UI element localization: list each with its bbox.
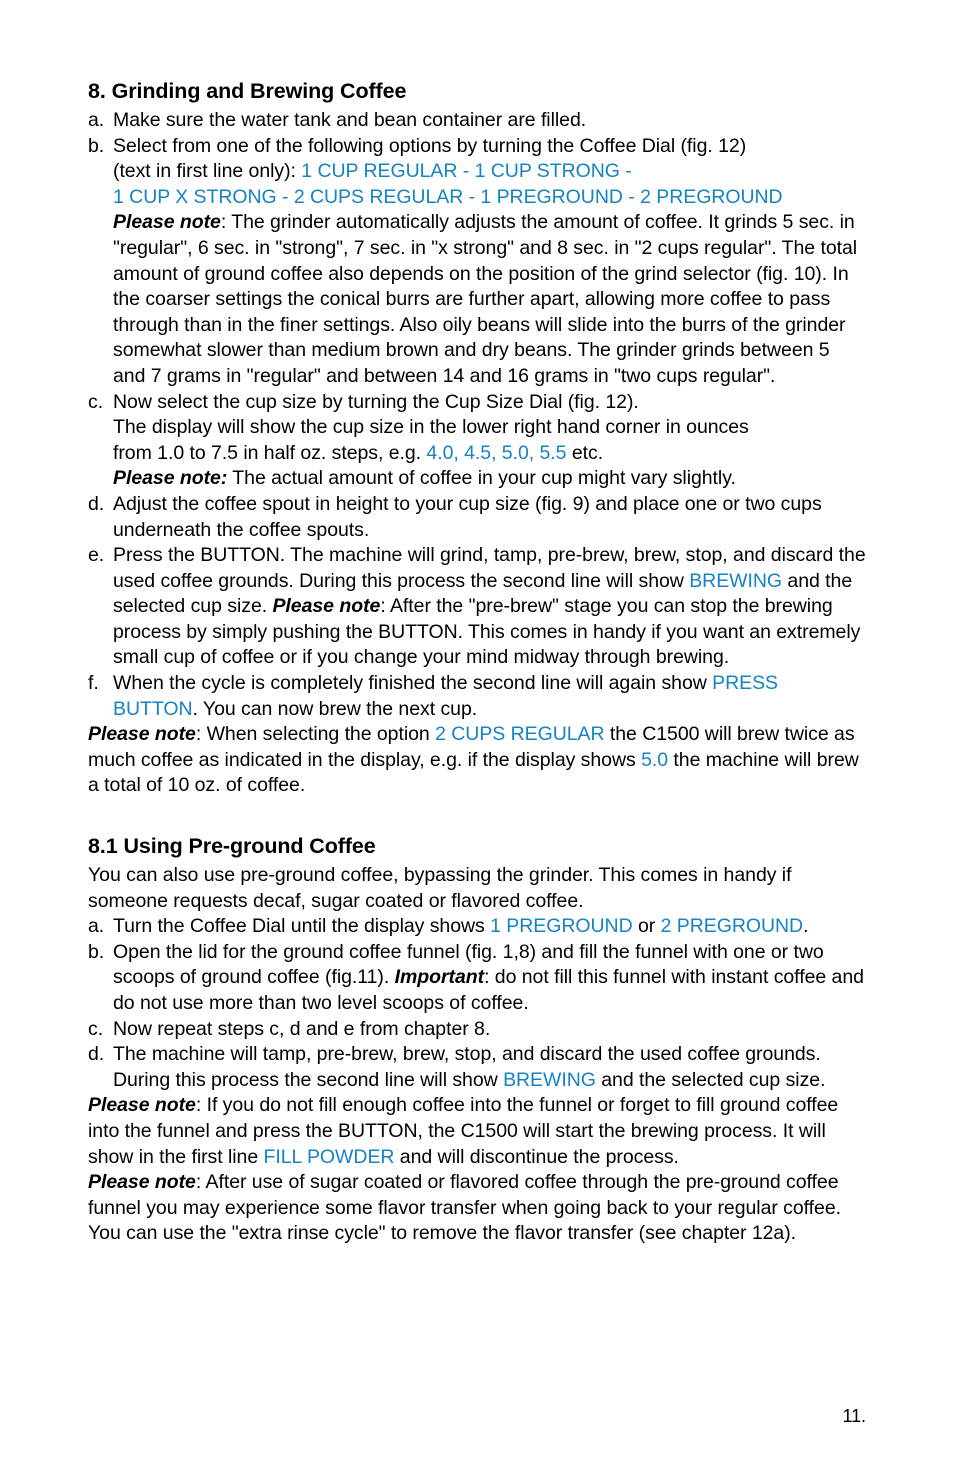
display-2-preground: 2 PREGROUND — [660, 915, 804, 938]
list-item-text: Select from one of the following options… — [113, 134, 866, 390]
section-8-heading: 8. Grinding and Brewing Coffee — [88, 79, 407, 103]
please-note-label: Please note — [88, 1171, 196, 1194]
list-marker-a: a. — [88, 109, 105, 131]
item-f-text-1: When the cycle is completely finished th… — [113, 672, 713, 695]
list-item: b. Select from one of the following opti… — [88, 134, 866, 390]
list-item-text: Now select the cup size by turning the C… — [113, 390, 866, 492]
list-item-text: Turn the Coffee Dial until the display s… — [113, 914, 866, 940]
list-marker-a: a. — [88, 915, 105, 938]
please-note-label: Please note — [113, 211, 221, 234]
list-item-text: Adjust the coffee spout in height to you… — [113, 492, 822, 541]
list-item-text: Make sure the water tank and bean contai… — [113, 109, 587, 131]
note-2-part1: : After use of sugar coated or flavored … — [88, 1171, 842, 1245]
item-f-text-2: . You can now brew the next cup. — [192, 697, 478, 720]
item-b-line1: Select from one of the following options… — [113, 134, 747, 157]
item-d-text-2: and the selected cup size. — [595, 1068, 826, 1091]
list-item: e. Press the BUTTON. The machine will gr… — [88, 543, 866, 671]
list-marker-e: e. — [88, 544, 105, 567]
list-marker-d: d. — [88, 1043, 105, 1066]
item-c-line1: Now select the cup size by turning the C… — [113, 390, 639, 413]
item-a-text-2: or — [632, 915, 661, 938]
list-item: c. Now select the cup size by turning th… — [88, 390, 866, 492]
list-item-text: Open the lid for the ground coffee funne… — [113, 940, 866, 1017]
important-label: Important — [394, 966, 485, 989]
list-marker-c: c. — [88, 390, 104, 413]
item-c-line3-prefix: from 1.0 to 7.5 in half oz. steps, e.g. — [113, 441, 427, 464]
display-5-0: 5.0 — [641, 748, 669, 771]
list-item: f. When the cycle is completely finished… — [88, 671, 866, 722]
list-item: c. Now repeat steps c, d and e from chap… — [88, 1017, 866, 1043]
list-item: a. Turn the Coffee Dial until the displa… — [88, 914, 866, 940]
please-note-text: : The grinder automatically adjusts the … — [113, 211, 858, 387]
item-c-line2: The display will show the cup size in th… — [113, 416, 749, 439]
list-item: a. Make sure the water tank and bean con… — [88, 108, 866, 134]
please-note-text: The actual amount of coffee in your cup … — [227, 467, 736, 490]
list-item: d. The machine will tamp, pre-brew, brew… — [88, 1042, 866, 1093]
item-b-line2-prefix: (text in first line only): — [113, 160, 302, 183]
display-brewing: BREWING — [503, 1068, 596, 1091]
list-marker-c: c. — [88, 1017, 104, 1040]
list-marker-b: b. — [88, 940, 105, 963]
display-brewing: BREWING — [689, 569, 783, 592]
please-note-label: Please note — [88, 1094, 196, 1117]
section-8-1-note-2: Please note: After use of sugar coated o… — [88, 1170, 866, 1247]
closing-note-part1: : When selecting the option — [195, 723, 436, 746]
list-marker-d: d. — [88, 492, 105, 515]
please-note-label: Please note — [272, 595, 381, 618]
item-a-text-3: . — [803, 915, 809, 938]
please-note-label: Please note: — [113, 467, 228, 490]
display-options-line2: 1 CUP X STRONG - 2 CUPS REGULAR - 1 PREG… — [113, 185, 783, 208]
page-number: 11. — [842, 1406, 866, 1426]
manual-page: 8. Grinding and Brewing Coffee a. Make s… — [0, 0, 954, 1475]
list-item-text: The machine will tamp, pre-brew, brew, s… — [113, 1042, 866, 1093]
section-8-1-heading: 8.1 Using Pre-ground Coffee — [88, 834, 376, 859]
section-8-1-list: a. Turn the Coffee Dial until the displa… — [88, 914, 866, 1093]
section-8-closing-note: Please note: When selecting the option 2… — [88, 722, 866, 799]
list-item-text: Press the BUTTON. The machine will grind… — [113, 543, 866, 671]
display-fill-powder: FILL POWDER — [263, 1145, 395, 1168]
section-8-1-note-1: Please note: If you do not fill enough c… — [88, 1093, 866, 1170]
item-c-line3-suffix: etc. — [566, 441, 604, 464]
list-item: d. Adjust the coffee spout in height to … — [88, 492, 866, 543]
display-cup-sizes: 4.0, 4.5, 5.0, 5.5 — [426, 441, 567, 464]
list-item-text: Now repeat steps c, d and e from chapter… — [113, 1017, 491, 1040]
page-content: 8. Grinding and Brewing Coffee a. Make s… — [88, 78, 866, 1247]
display-1-preground: 1 PREGROUND — [490, 915, 633, 938]
list-item-text: When the cycle is completely finished th… — [113, 671, 866, 722]
please-note-label: Please note — [88, 723, 196, 746]
list-marker-b: b. — [88, 134, 105, 157]
display-options-line1: 1 CUP REGULAR - 1 CUP STRONG - — [301, 160, 632, 183]
section-8-1-intro: You can also use pre-ground coffee, bypa… — [88, 864, 792, 912]
note-1-part2: and will discontinue the process. — [394, 1145, 679, 1168]
list-marker-f: f. — [88, 672, 99, 695]
item-a-text-1: Turn the Coffee Dial until the display s… — [113, 915, 491, 938]
display-2-cups-regular: 2 CUPS REGULAR — [435, 723, 605, 746]
list-item: b. Open the lid for the ground coffee fu… — [88, 940, 866, 1017]
section-8-list: a. Make sure the water tank and bean con… — [88, 108, 866, 722]
